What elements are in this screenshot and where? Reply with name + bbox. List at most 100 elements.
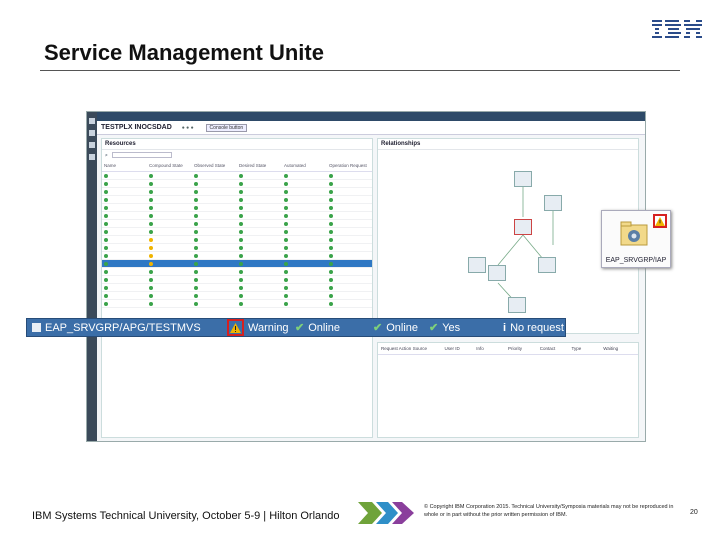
graph-node[interactable] [508, 297, 526, 313]
table-row[interactable] [102, 203, 372, 212]
filter-input[interactable] [111, 152, 172, 158]
table-cell [282, 275, 327, 284]
table-cell [147, 195, 192, 204]
copyright-notice: © Copyright IBM Corporation 2015. Techni… [424, 504, 674, 518]
table-row[interactable] [102, 299, 372, 308]
table-row[interactable] [102, 227, 372, 236]
table-row[interactable] [102, 251, 372, 260]
table-cell [282, 171, 327, 180]
zoomed-row[interactable]: EAP_SRVGRP/APG/TESTMVS Warning ✔ Online … [26, 318, 566, 337]
status-ok-icon [239, 221, 243, 226]
status-ok-icon [149, 181, 153, 186]
table-cell [102, 235, 147, 244]
table-row[interactable] [102, 243, 372, 252]
table-cell [102, 219, 147, 228]
zoom-automated: Yes [442, 321, 461, 334]
column-header[interactable]: Source [413, 346, 445, 351]
graph-node-selected[interactable] [514, 219, 532, 235]
graph-node[interactable] [544, 195, 562, 211]
graph-node[interactable] [538, 257, 556, 273]
status-ok-icon [194, 245, 198, 250]
table-cell [102, 195, 147, 204]
check-icon: ✔ [373, 322, 383, 334]
home-icon[interactable] [89, 118, 95, 124]
status-ok-icon [239, 189, 243, 194]
table-cell [282, 251, 327, 260]
graph-node[interactable] [468, 257, 486, 273]
resource-callout[interactable]: EAP_SRVGRP/IAP [601, 210, 671, 268]
table-cell [147, 235, 192, 244]
table-cell [282, 211, 327, 220]
status-ok-icon [284, 245, 288, 250]
warning-icon [149, 245, 153, 250]
column-header[interactable]: Name [102, 160, 147, 172]
table-row[interactable] [102, 171, 372, 180]
status-ok-icon [329, 261, 333, 266]
column-header[interactable]: Automated [282, 160, 327, 172]
table-cell [237, 267, 282, 276]
table-cell [327, 187, 372, 196]
status-ok-icon [329, 293, 333, 298]
table-cell [192, 235, 237, 244]
status-ok-icon [104, 269, 108, 274]
status-ok-icon [194, 237, 198, 242]
table-cell [327, 219, 372, 228]
status-ok-icon [329, 253, 333, 258]
column-header[interactable]: Observed State [192, 160, 237, 172]
graph-node[interactable] [514, 171, 532, 187]
table-row[interactable] [102, 211, 372, 220]
status-ok-icon [194, 229, 198, 234]
table-cell [237, 195, 282, 204]
ibm-logo [652, 20, 702, 38]
table-row[interactable] [102, 187, 372, 196]
warning-icon [227, 319, 244, 336]
column-header[interactable]: Compound State [147, 160, 192, 172]
table-row[interactable] [102, 275, 372, 284]
status-ok-icon [194, 253, 198, 258]
table-cell [282, 259, 327, 268]
table-row[interactable] [102, 219, 372, 228]
column-header[interactable]: Waiting [603, 346, 635, 351]
status-ok-icon [329, 301, 333, 306]
resources-icon[interactable] [89, 130, 95, 136]
column-header[interactable]: Priority [508, 346, 540, 351]
graph-node[interactable] [488, 265, 506, 281]
table-cell [327, 251, 372, 260]
status-ok-icon [194, 213, 198, 218]
column-header[interactable]: Info [476, 346, 508, 351]
status-ok-icon [194, 181, 198, 186]
table-cell [237, 291, 282, 300]
status-ok-icon [194, 205, 198, 210]
zoom-name: EAP_SRVGRP/APG/TESTMVS [45, 321, 201, 334]
table-cell [192, 171, 237, 180]
table-cell [192, 283, 237, 292]
resources-title: Resources [102, 139, 372, 150]
table-cell [327, 275, 372, 284]
table-row[interactable] [102, 291, 372, 300]
table-cell [102, 171, 147, 180]
status-ok-icon [104, 213, 108, 218]
column-header[interactable]: Request Action [381, 346, 413, 351]
table-row[interactable] [102, 195, 372, 204]
table-cell [237, 251, 282, 260]
table-row[interactable] [102, 259, 372, 268]
column-header[interactable]: Desired State [237, 160, 282, 172]
table-row[interactable] [102, 235, 372, 244]
table-row[interactable] [102, 267, 372, 276]
table-cell [192, 211, 237, 220]
table-cell [327, 259, 372, 268]
table-row[interactable] [102, 179, 372, 188]
table-cell [282, 243, 327, 252]
table-cell [192, 187, 237, 196]
column-header[interactable]: Type [572, 346, 604, 351]
column-header[interactable]: Contact [540, 346, 572, 351]
help-icon[interactable] [89, 154, 95, 160]
column-header[interactable]: Operation Request [327, 160, 372, 172]
table-cell [192, 219, 237, 228]
settings-icon[interactable] [89, 142, 95, 148]
table-cell [327, 203, 372, 212]
status-ok-icon [329, 197, 333, 202]
console-button[interactable]: Console button [205, 124, 248, 132]
table-row[interactable] [102, 283, 372, 292]
column-header[interactable]: User ID [445, 346, 477, 351]
